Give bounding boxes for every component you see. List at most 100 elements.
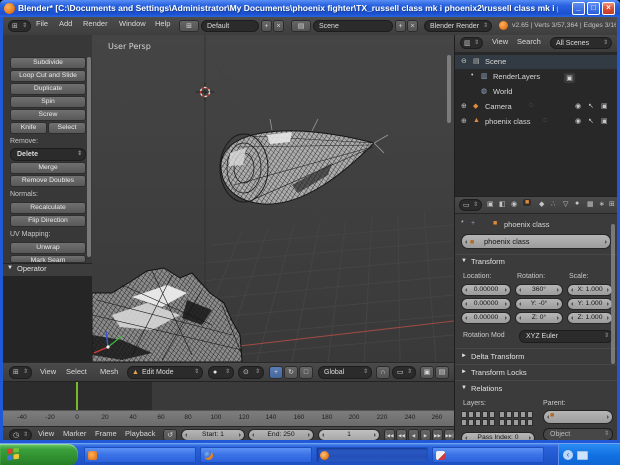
window-titlebar[interactable]: Blender* [C:\Documents and Settings\Admi…: [0, 0, 620, 17]
expand-icon[interactable]: ⊕: [461, 117, 467, 125]
dot-icon[interactable]: •: [471, 72, 473, 79]
scale-y-field[interactable]: Y: 1.000: [567, 298, 613, 310]
outliner-scope-selector[interactable]: All Scenes ⇕: [550, 37, 612, 49]
layout-browse-button[interactable]: ⊞: [179, 20, 199, 32]
outliner-item-camera[interactable]: Camera: [485, 101, 512, 113]
outliner-item-phoenix-class[interactable]: phoenix class: [485, 116, 530, 128]
time-sync-button[interactable]: ↺: [163, 429, 177, 440]
outliner-menu-view[interactable]: View: [492, 36, 508, 48]
manipulator-translate-button[interactable]: +: [269, 366, 283, 379]
orientation-selector[interactable]: Global ⇕: [318, 366, 372, 379]
shading-selector[interactable]: ● ⇕: [208, 366, 234, 379]
rotation-z-field[interactable]: Z: 0°: [515, 312, 563, 324]
rotation-y-field[interactable]: Y: -0°: [515, 298, 563, 310]
outliner-item-world[interactable]: World: [493, 86, 512, 98]
delete-menu[interactable]: Delete ⇕: [10, 148, 86, 161]
layout-selector[interactable]: Default: [201, 20, 259, 32]
editor-type-selector[interactable]: ⊞ ⇕: [8, 20, 31, 32]
outliner-item-scene[interactable]: Scene: [485, 56, 506, 68]
opengl-render-anim-button[interactable]: ▤: [435, 366, 449, 379]
unwrap-button[interactable]: Unwrap: [10, 242, 86, 254]
opengl-render-button[interactable]: ▣: [420, 366, 434, 379]
timeline-menu-view[interactable]: View: [38, 428, 54, 440]
menu-file[interactable]: File: [36, 18, 48, 30]
prev-keyframe-button[interactable]: ◀◀: [396, 429, 407, 440]
task-paint[interactable]: [432, 447, 544, 463]
subdivide-button[interactable]: Subdivide: [10, 57, 86, 69]
transform-panel-header[interactable]: Transform: [471, 257, 505, 266]
close-button[interactable]: ×: [602, 2, 615, 15]
properties-editor-selector[interactable]: ▭ ⇕: [459, 199, 482, 211]
jump-to-start-button[interactable]: |◀◀: [384, 429, 395, 440]
tab-material-icon[interactable]: ●: [575, 200, 579, 207]
minimize-button[interactable]: _: [572, 2, 585, 15]
scene-browse-button[interactable]: ▤: [291, 20, 311, 32]
current-frame-line[interactable]: [76, 382, 78, 410]
timeline-menu-marker[interactable]: Marker: [63, 428, 86, 440]
tab-render-icon[interactable]: ▣: [487, 200, 494, 208]
outliner-item-renderlayers[interactable]: RenderLayers: [493, 71, 540, 83]
tab-physics-icon[interactable]: ⊞: [609, 200, 615, 208]
timeline-menu-frame[interactable]: Frame: [95, 428, 117, 440]
location-x-field[interactable]: 0.00000: [461, 284, 511, 296]
rotation-mode-selector[interactable]: XYZ Euler ⇕: [519, 330, 613, 343]
renderlayer-render-toggle[interactable]: ▣: [563, 72, 576, 84]
timeline-editor-selector[interactable]: ◷ ⇕: [9, 429, 32, 440]
duplicate-button[interactable]: Duplicate: [10, 83, 86, 95]
relations-panel-header[interactable]: Relations: [471, 384, 502, 393]
transform-locks-panel-header[interactable]: Transform Locks: [471, 368, 527, 377]
renderability-icon[interactable]: ▣: [601, 102, 608, 110]
viewport-3d[interactable]: User Persp: [92, 35, 454, 362]
frame-end-field[interactable]: End: 250: [248, 429, 314, 440]
expand-icon[interactable]: ⊕: [461, 102, 467, 110]
outliner-menu-search[interactable]: Search: [517, 36, 541, 48]
task-mobile-broadband[interactable]: [84, 447, 196, 463]
properties-scrollbar[interactable]: [611, 224, 615, 364]
parent-field[interactable]: ■: [543, 410, 613, 424]
location-y-field[interactable]: 0.00000: [461, 298, 511, 310]
manipulator-rotate-button[interactable]: ↻: [284, 366, 298, 379]
scene-selector[interactable]: Scene: [313, 20, 393, 32]
spin-button[interactable]: Spin: [10, 96, 86, 108]
knife-select-button[interactable]: Select: [48, 122, 86, 134]
viewport-editor-selector[interactable]: ⊞ ⇕: [9, 366, 32, 379]
scale-z-field[interactable]: Z: 1.000: [567, 312, 613, 324]
visibility-eye-icon[interactable]: ◉: [575, 102, 581, 110]
outliner-editor-selector[interactable]: ▥ ⇕: [460, 37, 483, 49]
mark-seam-button[interactable]: Mark Seam: [10, 255, 86, 263]
tab-texture-icon[interactable]: ▦: [587, 200, 594, 208]
tab-constraints-icon[interactable]: ◆: [539, 200, 544, 208]
selectability-cursor-icon[interactable]: ↖: [588, 102, 594, 110]
scale-x-field[interactable]: X: 1.000: [567, 284, 613, 296]
pass-index-field[interactable]: Pass Index: 0: [461, 432, 535, 440]
snap-magnet-button[interactable]: ∩: [376, 366, 390, 379]
pin-icon[interactable]: *: [461, 220, 464, 227]
toolshelf-scrollbar[interactable]: [87, 57, 91, 257]
tab-modifiers-icon[interactable]: ∴: [551, 200, 555, 208]
location-z-field[interactable]: 0.00000: [461, 312, 511, 324]
menu-help[interactable]: Help: [155, 18, 170, 30]
layers-grid[interactable]: [461, 411, 533, 428]
viewport-menu-select[interactable]: Select: [66, 366, 87, 378]
menu-render[interactable]: Render: [83, 18, 108, 30]
start-button[interactable]: [0, 444, 78, 465]
render-engine-selector[interactable]: Blender Render ⇕: [424, 20, 492, 32]
timeline-menu-playback[interactable]: Playback: [125, 428, 155, 440]
frame-start-field[interactable]: Start: 1: [181, 429, 245, 440]
tab-particles-icon[interactable]: ∗: [599, 200, 605, 208]
maximize-button[interactable]: □: [587, 2, 600, 15]
scene-add-button[interactable]: +: [395, 20, 406, 32]
menu-add[interactable]: Add: [59, 18, 72, 30]
tab-world-icon[interactable]: ◉: [511, 200, 517, 208]
flip-direction-button[interactable]: Flip Direction: [10, 215, 86, 227]
viewport-menu-view[interactable]: View: [40, 366, 56, 378]
tab-scene-icon[interactable]: ◧: [499, 200, 506, 208]
layout-add-button[interactable]: +: [261, 20, 272, 32]
knife-button[interactable]: Knife: [10, 122, 47, 134]
snap-element-selector[interactable]: ▭ ⇕: [392, 366, 416, 379]
visibility-eye-icon[interactable]: ◉: [575, 117, 581, 125]
task-blender-active[interactable]: [316, 447, 428, 463]
outliner-scrollbar[interactable]: [447, 55, 451, 123]
loop-cut-button[interactable]: Loop Cut and Slide: [10, 70, 86, 82]
tab-object-icon[interactable]: ■: [523, 199, 531, 206]
